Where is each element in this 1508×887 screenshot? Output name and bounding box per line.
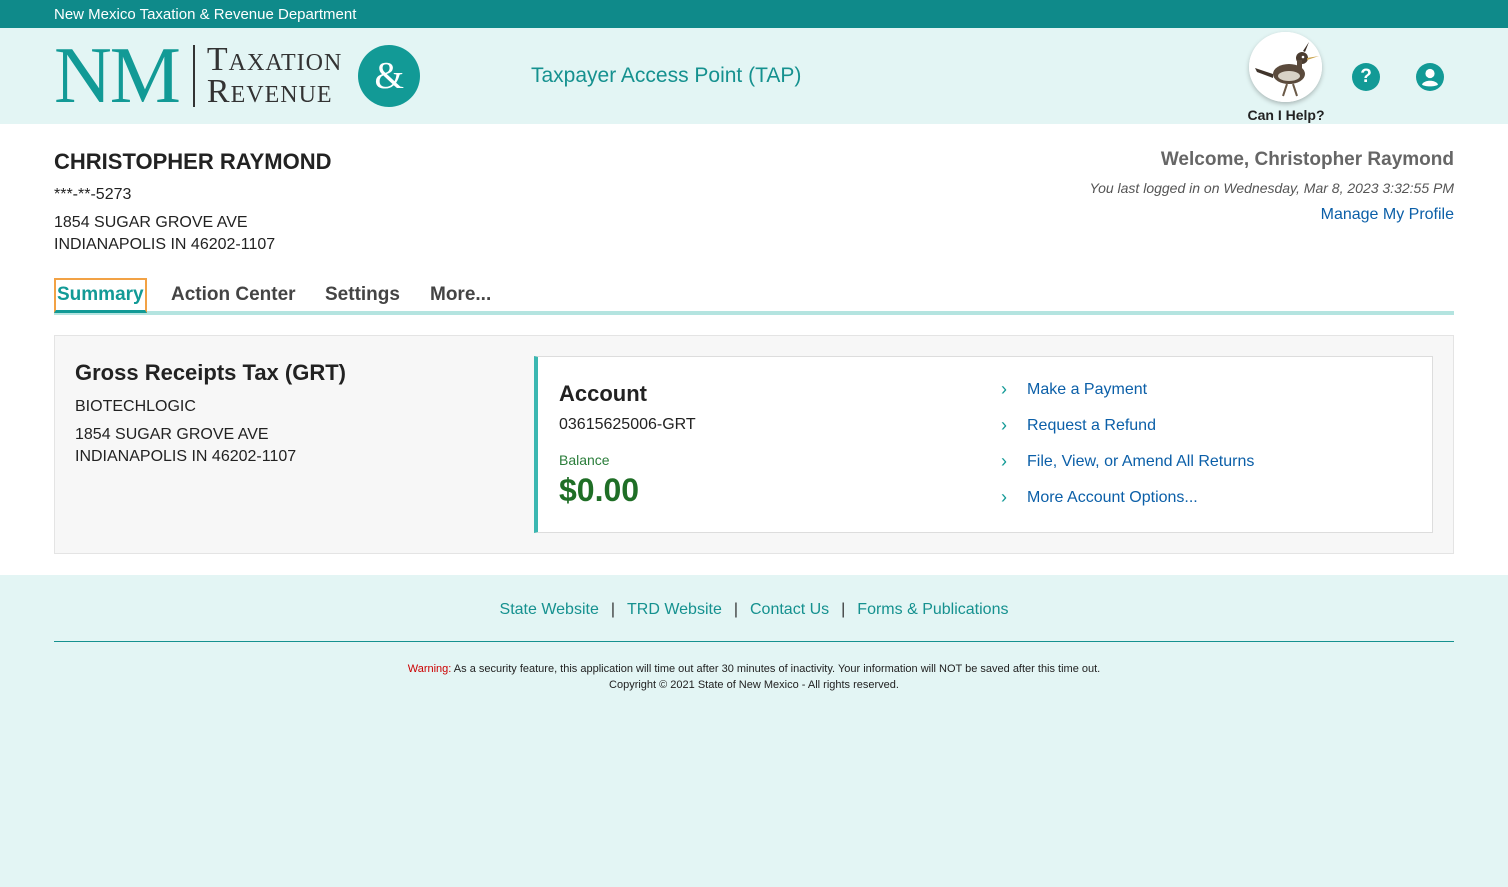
logo-divider xyxy=(192,45,195,107)
taxpayer-ssn: ***-**-5273 xyxy=(54,186,132,203)
tab-action-center[interactable]: Action Center xyxy=(171,278,296,313)
chevron-right-icon: › xyxy=(1001,451,1007,471)
taxpayer-address-line1: 1854 SUGAR GROVE AVE xyxy=(54,214,248,231)
can-i-help-label[interactable]: Can I Help? xyxy=(1241,107,1331,123)
business-address-line1: 1854 SUGAR GROVE AVE xyxy=(75,426,269,443)
question-circle-icon[interactable]: ? xyxy=(1352,63,1380,91)
welcome-message: Welcome, Christopher Raymond xyxy=(1160,149,1454,170)
logo-line-taxation: Taxation xyxy=(206,41,343,78)
business-name: BIOTECHLOGIC xyxy=(75,398,196,415)
more-account-options-label: More Account Options... xyxy=(1027,488,1198,506)
warning-text: As a security feature, this application … xyxy=(453,663,1101,675)
main-content: CHRISTOPHER RAYMOND ***-**-5273 1854 SUG… xyxy=(0,124,1508,575)
footer-divider xyxy=(54,641,1454,642)
tab-summary[interactable]: Summary xyxy=(54,278,147,313)
account-heading: Account xyxy=(559,381,647,406)
forms-publications-link[interactable]: Forms & Publications xyxy=(857,601,1008,618)
chevron-right-icon: › xyxy=(1001,487,1007,507)
business-address-line2: INDIANAPOLIS IN 46202-1107 xyxy=(75,448,297,465)
request-refund-link[interactable]: › Request a Refund xyxy=(1001,415,1156,436)
timeout-warning: Warning: As a security feature, this app… xyxy=(0,663,1508,675)
footer-separator: | xyxy=(841,601,846,618)
tab-more[interactable]: More... xyxy=(430,278,491,313)
last-login-text: You last logged in on Wednesday, Mar 8, … xyxy=(1089,180,1455,196)
agency-banner: New Mexico Taxation & Revenue Department xyxy=(0,0,1508,28)
account-panel: Account 03615625006-GRT Balance $0.00 › … xyxy=(534,356,1433,533)
request-refund-label: Request a Refund xyxy=(1027,416,1156,434)
tab-bar: Summary Action Center Settings More... xyxy=(54,278,1454,315)
state-website-link[interactable]: State Website xyxy=(500,601,599,618)
logo-wordmark: Taxation Revenue xyxy=(206,41,343,110)
tax-type-title: Gross Receipts Tax (GRT) xyxy=(75,360,346,385)
make-payment-label: Make a Payment xyxy=(1027,380,1148,398)
more-account-options-link[interactable]: › More Account Options... xyxy=(1001,487,1198,508)
footer-links: State Website | TRD Website | Contact Us | For… xyxy=(0,601,1508,619)
footer-separator: | xyxy=(610,601,615,618)
agency-banner-text: New Mexico Taxation & Revenue Department xyxy=(54,6,357,23)
balance-amount: $0.00 xyxy=(559,472,640,508)
trd-website-link[interactable]: TRD Website xyxy=(627,601,722,618)
file-view-amend-label: File, View, or Amend All Returns xyxy=(1027,452,1255,470)
balance-label: Balance xyxy=(559,452,610,468)
contact-us-link[interactable]: Contact Us xyxy=(750,601,829,618)
tab-settings[interactable]: Settings xyxy=(325,278,400,313)
chevron-right-icon: › xyxy=(1001,415,1007,435)
app-title: Taxpayer Access Point (TAP) xyxy=(531,64,802,87)
logo-line-revenue: Revenue xyxy=(206,73,333,110)
logo-ampersand-badge: & xyxy=(358,45,421,107)
footer-separator: | xyxy=(733,601,738,618)
copyright-text: Copyright © 2021 State of New Mexico - A… xyxy=(609,679,899,691)
site-header: NM Taxation Revenue & Taxpayer Access Po… xyxy=(0,28,1508,124)
make-payment-link[interactable]: › Make a Payment xyxy=(1001,379,1147,400)
taxpayer-name: CHRISTOPHER RAYMOND xyxy=(54,149,332,174)
taxpayer-address-line2: INDIANAPOLIS IN 46202-1107 xyxy=(54,236,276,253)
file-view-amend-returns-link[interactable]: › File, View, or Amend All Returns xyxy=(1001,451,1254,472)
chevron-right-icon: › xyxy=(1001,379,1007,399)
logo-nm-text: NM xyxy=(54,32,181,120)
nm-trd-logo[interactable]: NM Taxation Revenue & xyxy=(54,32,421,120)
warning-label: Warning: xyxy=(407,663,452,675)
user-circle-icon[interactable] xyxy=(1416,63,1444,91)
grt-account-card: Gross Receipts Tax (GRT) BIOTECHLOGIC 18… xyxy=(54,335,1454,554)
account-number: 03615625006-GRT xyxy=(559,416,696,433)
roadrunner-avatar-icon[interactable] xyxy=(1249,32,1322,102)
manage-profile-link[interactable]: Manage My Profile xyxy=(1321,206,1454,224)
question-mark-glyph: ? xyxy=(1360,66,1372,87)
